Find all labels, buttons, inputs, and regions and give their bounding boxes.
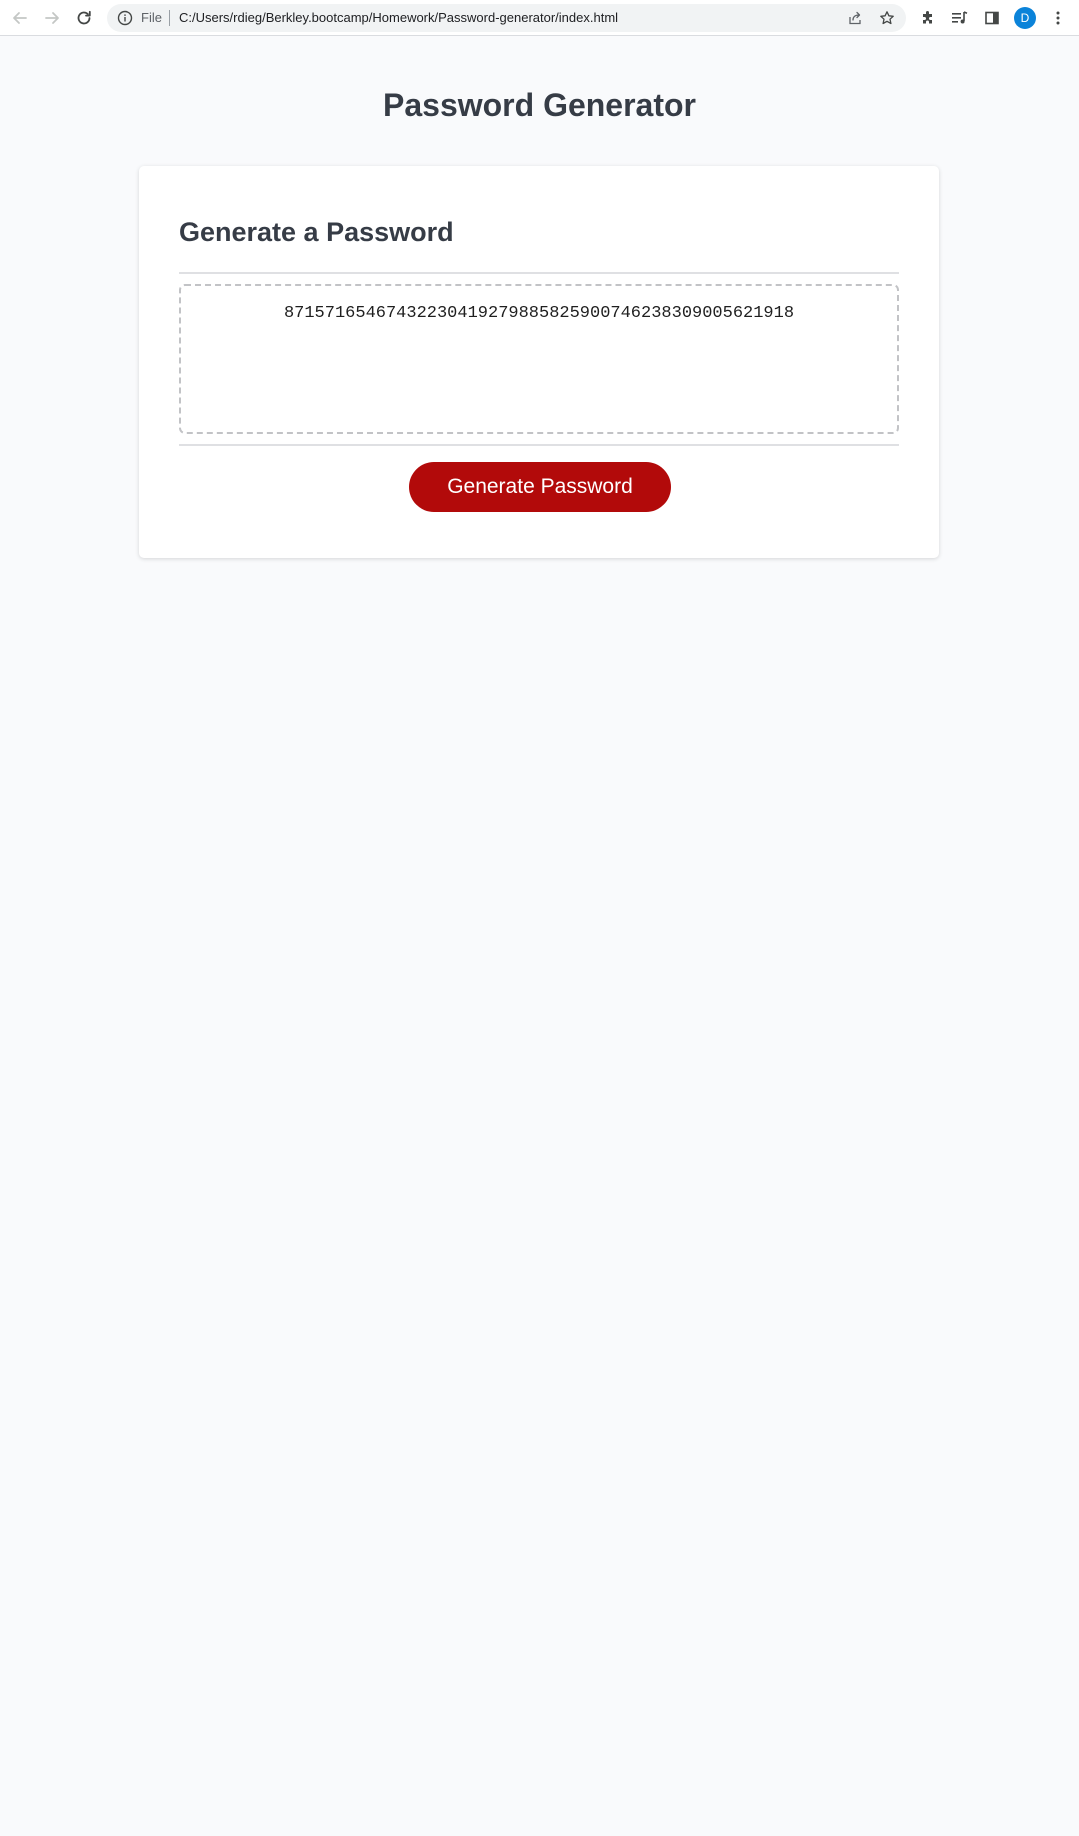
back-button[interactable]	[8, 6, 32, 30]
divider	[179, 272, 899, 274]
profile-avatar[interactable]: D	[1014, 7, 1036, 29]
extensions-button[interactable]	[918, 8, 938, 28]
password-card: Generate a Password 87157165467432230419…	[139, 166, 939, 558]
url-text[interactable]: C:/Users/rdieg/Berkley.bootcamp/Homework…	[179, 11, 618, 25]
share-icon[interactable]	[847, 10, 863, 26]
scheme-separator	[169, 10, 170, 26]
scheme-label: File	[141, 10, 162, 25]
reload-button[interactable]	[72, 6, 96, 30]
generate-password-button[interactable]: Generate Password	[409, 462, 671, 512]
side-panel-button[interactable]	[982, 8, 1002, 28]
page-title: Password Generator	[383, 87, 696, 123]
arrow-left-icon	[13, 12, 27, 24]
media-button[interactable]	[950, 8, 970, 28]
star-icon[interactable]	[879, 10, 895, 26]
address-bar[interactable]: File C:/Users/rdieg/Berkley.bootcamp/Hom…	[107, 4, 906, 32]
forward-button[interactable]	[40, 6, 64, 30]
reload-icon	[77, 10, 91, 25]
arrow-right-icon	[45, 12, 59, 24]
divider	[179, 444, 899, 446]
media-queue-icon	[952, 11, 968, 24]
kebab-menu-icon	[1056, 11, 1060, 25]
menu-button[interactable]	[1048, 8, 1068, 28]
side-panel-icon	[985, 11, 999, 25]
card-header: Generate a Password	[179, 217, 454, 247]
puzzle-icon	[923, 11, 932, 24]
browser-toolbar: File C:/Users/rdieg/Berkley.bootcamp/Hom…	[0, 0, 1079, 36]
info-icon[interactable]	[117, 10, 133, 26]
password-output[interactable]: 8715716546743223041927988582590074623830…	[179, 284, 899, 434]
